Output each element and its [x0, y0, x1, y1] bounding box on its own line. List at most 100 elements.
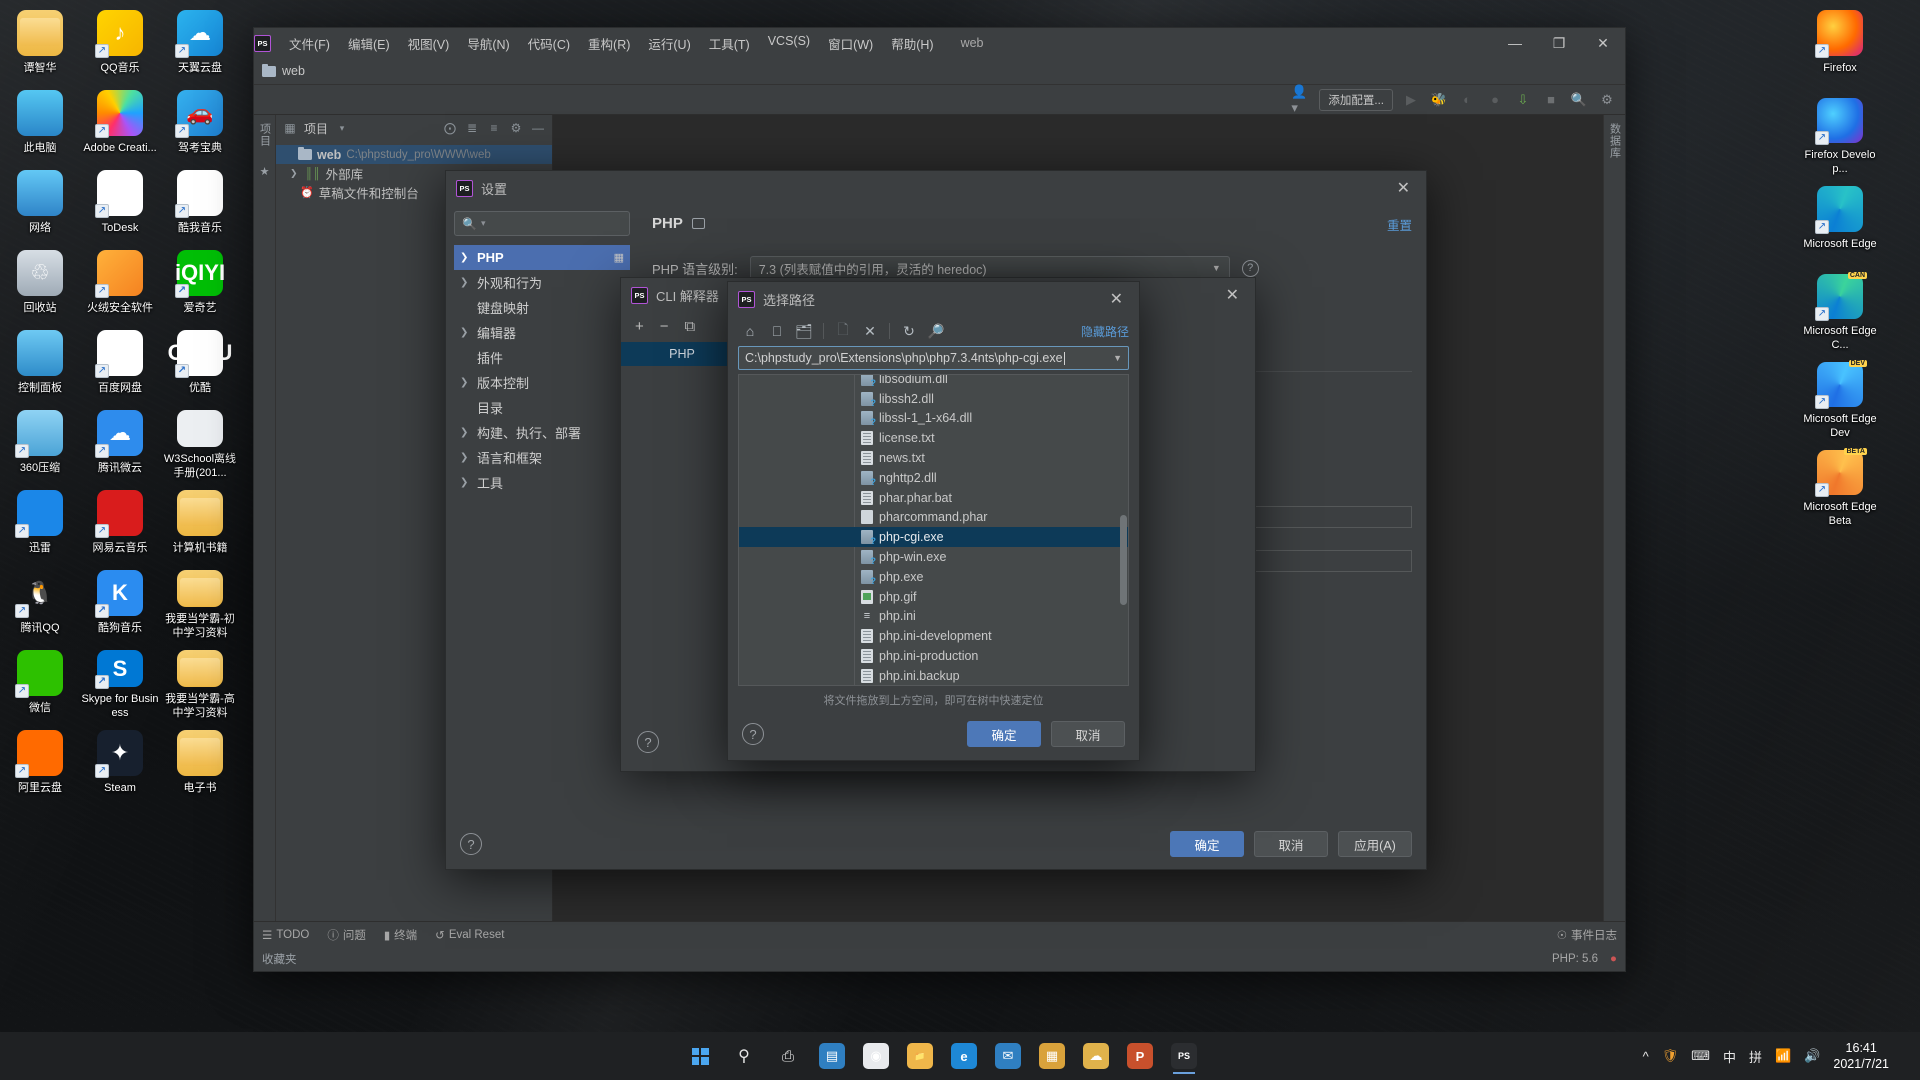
- settings-tree-item[interactable]: ❯工具: [454, 470, 630, 495]
- desktop-icon[interactable]: 🚗驾考宝典: [160, 80, 240, 160]
- volume-icon[interactable]: 🔊: [1804, 1048, 1820, 1064]
- file-list-item[interactable]: libssl-1_1-x64.dll: [739, 409, 1128, 429]
- help-button[interactable]: ?: [460, 833, 482, 855]
- security-shield-icon[interactable]: 🛡: [1662, 1048, 1679, 1064]
- cancel-button[interactable]: 取消: [1254, 831, 1328, 857]
- menu-item[interactable]: 编辑(E): [339, 30, 399, 57]
- desktop-icon[interactable]: ♪QQ音乐: [80, 0, 160, 80]
- delete-icon[interactable]: ✕: [858, 320, 882, 342]
- remove-interpreter-button[interactable]: −: [660, 318, 669, 335]
- desktop-icon[interactable]: K酷狗音乐: [80, 560, 160, 640]
- desktop-icon[interactable]: ◤ToDesk: [80, 160, 160, 240]
- file-list-item[interactable]: ≡php.ini: [739, 607, 1128, 627]
- desktop-icon[interactable]: ♲回收站: [0, 240, 80, 320]
- file-list-item[interactable]: php.gif: [739, 587, 1128, 607]
- close-button[interactable]: ✕: [1581, 28, 1625, 58]
- file-list-item[interactable]: php-win.exe: [739, 547, 1128, 567]
- desktop-icon[interactable]: 此电脑: [0, 80, 80, 160]
- desktop-icon[interactable]: ⎕: [765, 320, 789, 342]
- desktop-icon[interactable]: 电子书: [160, 720, 240, 800]
- problems-tool-button[interactable]: ⓘ问题: [327, 927, 366, 943]
- taskbar-app-edge[interactable]: e: [944, 1036, 984, 1076]
- file-list-item[interactable]: pharcommand.phar: [739, 508, 1128, 528]
- file-list-item[interactable]: php.ini-development: [739, 626, 1128, 646]
- reset-link[interactable]: 重置: [1387, 215, 1412, 234]
- breadcrumb-project[interactable]: web: [282, 64, 305, 78]
- desktop-icon[interactable]: W3School离线手册(201...: [160, 400, 240, 480]
- new-folder-icon[interactable]: 🗋: [831, 320, 855, 342]
- path-input[interactable]: C:\phpstudy_pro\Extensions\php\php7.3.4n…: [738, 346, 1129, 370]
- user-icon[interactable]: 👤▾: [1291, 90, 1311, 110]
- keyboard-icon[interactable]: ⌨: [1691, 1048, 1710, 1064]
- menu-item[interactable]: 导航(N): [458, 30, 518, 57]
- desktop-icon[interactable]: 🐧腾讯QQ: [0, 560, 80, 640]
- settings-tree-item[interactable]: ❯语言和框架: [454, 445, 630, 470]
- menu-item[interactable]: 文件(F): [280, 30, 339, 57]
- tool-window-project-label[interactable]: 项目: [257, 123, 273, 147]
- collapse-all-icon[interactable]: ≡: [486, 120, 502, 136]
- php-version-status[interactable]: PHP: 5.6: [1552, 953, 1598, 965]
- ime-pinyin-icon[interactable]: 拼: [1749, 1047, 1762, 1066]
- desktop-icon[interactable]: ☁腾讯微云: [80, 400, 160, 480]
- desktop-icon[interactable]: Firefox Develop...: [1800, 88, 1880, 176]
- copy-interpreter-button[interactable]: ⧉: [685, 318, 696, 335]
- settings-tree-item[interactable]: ❯构建、执行、部署: [454, 420, 630, 445]
- ok-button[interactable]: 确定: [1170, 831, 1244, 857]
- favorites-star-icon[interactable]: ★: [260, 165, 270, 178]
- file-list-item[interactable]: php.exe: [739, 567, 1128, 587]
- ok-button[interactable]: 确定: [967, 721, 1041, 747]
- desktop-icon[interactable]: DEVMicrosoft Edge Dev: [1800, 352, 1880, 440]
- file-list-item[interactable]: news.txt: [739, 448, 1128, 468]
- help-icon[interactable]: ?: [1242, 260, 1259, 277]
- hide-panel-icon[interactable]: —: [530, 120, 546, 136]
- desktop-icon[interactable]: iQIYI爱奇艺: [160, 240, 240, 320]
- menu-item[interactable]: 重构(R): [579, 30, 639, 57]
- desktop-icon[interactable]: ✦Steam: [80, 720, 160, 800]
- chevron-down-icon[interactable]: ▼: [1113, 353, 1122, 363]
- desktop-icon[interactable]: Microsoft Edge: [1800, 176, 1880, 264]
- project-panel-title[interactable]: 项目: [304, 120, 328, 137]
- add-configuration-button[interactable]: 添加配置...: [1319, 89, 1393, 111]
- file-list-item[interactable]: phar.phar.bat: [739, 488, 1128, 508]
- settings-tree-item[interactable]: 目录: [454, 395, 630, 420]
- show-hidden-icon[interactable]: 🔎: [924, 320, 948, 342]
- add-interpreter-button[interactable]: +: [635, 318, 644, 335]
- settings-tree-item[interactable]: 键盘映射: [454, 295, 630, 320]
- desktop-icon[interactable]: 网易云音乐: [80, 480, 160, 560]
- taskbar-app-folder[interactable]: 📁: [900, 1036, 940, 1076]
- search-button[interactable]: ⚲: [724, 1036, 764, 1076]
- clock[interactable]: 16:41 2021/7/21: [1833, 1040, 1889, 1072]
- file-list-item[interactable]: libssh2.dll: [739, 389, 1128, 409]
- settings-tree-item[interactable]: ❯PHP▦: [454, 245, 630, 270]
- close-icon[interactable]: ✕: [1391, 178, 1416, 198]
- help-button[interactable]: ?: [742, 723, 764, 745]
- settings-tree-item[interactable]: ❯外观和行为: [454, 270, 630, 295]
- wifi-icon[interactable]: 📶: [1775, 1048, 1791, 1064]
- menu-item[interactable]: VCS(S): [759, 30, 819, 57]
- taskbar-app-phpstorm[interactable]: PS: [1164, 1036, 1204, 1076]
- desktop-icon[interactable]: SSkype for Business: [80, 640, 160, 720]
- favorites-label[interactable]: 收藏夹: [262, 951, 297, 967]
- desktop-icon[interactable]: Adobe Creati...: [80, 80, 160, 160]
- taskbar-app-weather[interactable]: ☁: [1076, 1036, 1116, 1076]
- show-hidden-icons-chevron[interactable]: ^: [1643, 1049, 1649, 1064]
- cancel-button[interactable]: 取消: [1051, 721, 1125, 747]
- tree-node-project-root[interactable]: web C:\phpstudy_pro\WWW\web: [276, 145, 552, 164]
- settings-tree-item[interactable]: ❯版本控制: [454, 370, 630, 395]
- task-view-button[interactable]: ⎙: [768, 1036, 808, 1076]
- settings-tree-item[interactable]: ❯编辑器: [454, 320, 630, 345]
- run-with-coverage-icon[interactable]: ◐: [1457, 90, 1477, 110]
- terminal-tool-button[interactable]: ▮终端: [384, 927, 417, 943]
- minimize-button[interactable]: —: [1493, 28, 1537, 58]
- help-button[interactable]: ?: [637, 731, 659, 753]
- desktop-icon[interactable]: OUKU优酷: [160, 320, 240, 400]
- file-list-item[interactable]: libsodium.dll: [739, 374, 1128, 389]
- taskbar-app-mail[interactable]: ✉: [988, 1036, 1028, 1076]
- desktop-icon[interactable]: CANMicrosoft Edge C...: [1800, 264, 1880, 352]
- desktop-icon[interactable]: K酷我音乐: [160, 160, 240, 240]
- desktop-icon[interactable]: 微信: [0, 640, 80, 720]
- event-log-button[interactable]: ☉事件日志: [1557, 927, 1617, 943]
- file-list-item[interactable]: nghttp2.dll: [739, 468, 1128, 488]
- close-icon[interactable]: ✕: [1220, 285, 1245, 305]
- menu-item[interactable]: 代码(C): [519, 30, 579, 57]
